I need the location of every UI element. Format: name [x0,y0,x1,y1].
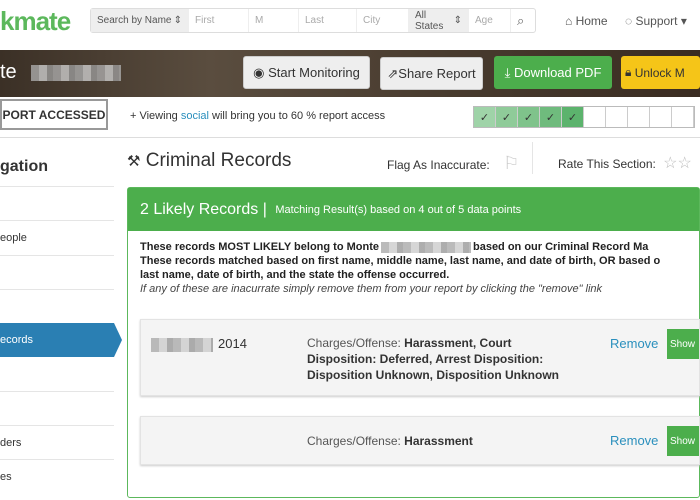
redacted-name [30,64,121,81]
share-icon: ⇗ [387,65,399,81]
record-charges: Charges/Offense: Harassment [307,434,473,448]
support-link[interactable]: ◌ Support ▾ [625,14,687,28]
divider [532,142,533,174]
sidebar-item[interactable] [0,391,114,425]
middle-input[interactable]: M [249,9,299,32]
home-link[interactable]: ⌂ Home [565,14,608,28]
sidebar-heading: gation [0,158,48,175]
results-description: These records MOST LIKELY belong to Mont… [140,241,661,295]
sidebar-item[interactable] [0,289,114,323]
rate-section: Rate This Section: ☆☆ [558,155,692,172]
progress-cell: ✓ [496,107,518,127]
first-name-input[interactable]: First [189,9,249,32]
chat-icon: ◌ [625,14,633,28]
record-card: 2014 Charges/Offense: Harassment, Court … [140,319,700,396]
social-link[interactable]: social [181,110,209,122]
city-input[interactable]: City [357,9,409,32]
star-icon[interactable]: ☆ [663,155,677,172]
sidebar-item[interactable] [0,186,114,220]
star-icon[interactable]: ☆ [678,155,692,172]
search-bar: Search by Name ⇕ First M Last City All St… [90,8,536,33]
sidebar-item[interactable]: es [0,459,114,493]
sidebar-item[interactable] [0,255,114,289]
gavel-icon: ⚒ [127,153,141,170]
remove-link[interactable]: Remove [610,336,658,351]
sidebar-item-label: ders [0,436,22,449]
divider [0,137,700,138]
subject-name: te [0,61,121,84]
sidebar-item[interactable]: ders [0,425,114,459]
age-input[interactable]: Age [469,9,511,32]
sidebar-item[interactable]: eople [0,220,114,255]
last-name-input[interactable]: Last [299,9,357,32]
progress-cell: ✓ [562,107,584,127]
sidebar-item-label: es [0,470,12,483]
search-type-select[interactable]: Search by Name ⇕ [91,9,189,32]
progress-cell: ✓ [518,107,540,127]
updown-icon: ⇕ [173,15,182,26]
progress-cell [650,107,672,127]
active-arrow [114,323,122,357]
eye-icon: ◉ [253,64,269,80]
record-charges: Charges/Offense: Harassment, Court Dispo… [307,336,559,382]
progress-cell [628,107,650,127]
access-hint: + Viewing social will bring you to 60 % … [130,110,386,122]
remove-link[interactable]: Remove [610,433,658,448]
show-button[interactable]: Show [667,426,699,456]
download-pdf-button[interactable]: ⤓ Download PDF [494,56,612,89]
report-accessed-badge: PORT ACCESSED [0,99,108,130]
results-header: 2 Likely Records | Matching Result(s) ba… [128,188,699,231]
section-title: ⚒ Criminal Records [127,150,292,171]
share-report-button[interactable]: ⇗ Share Report [380,57,483,90]
lock-icon: 🔒︎ [625,65,635,79]
unlock-button[interactable]: 🔒︎ Unlock M [621,56,700,89]
redacted-name [380,241,471,253]
flag-inaccurate: Flag As Inaccurate: ⚐ [387,153,520,173]
progress-cell: ✓ [540,107,562,127]
state-select[interactable]: All States ⇕ [409,9,469,32]
record-card: Charges/Offense: Harassment Remove Show [140,416,700,465]
progress-cell: ✓ [474,107,496,127]
sidebar-item-label: ecords [0,334,34,346]
start-monitoring-button[interactable]: ◉ Start Monitoring [243,56,370,89]
report-access-progress: ✓ ✓ ✓ ✓ ✓ [473,106,695,128]
redacted-date [151,338,213,352]
sidebar-item-label: eople [0,232,27,244]
search-icon[interactable]: ⌕ [511,9,530,32]
flag-icon[interactable]: ⚐ [503,153,519,173]
progress-cell [672,107,694,127]
updown-icon: ⇕ [453,15,462,26]
download-icon: ⤓ [504,64,514,80]
sidebar-item[interactable]: ecords [0,323,122,357]
logo[interactable]: kmate [0,6,71,37]
progress-cell [584,107,606,127]
record-date: 2014 [218,336,247,351]
progress-cell [606,107,628,127]
home-icon: ⌂ [565,14,573,28]
show-button[interactable]: Show [667,329,699,359]
